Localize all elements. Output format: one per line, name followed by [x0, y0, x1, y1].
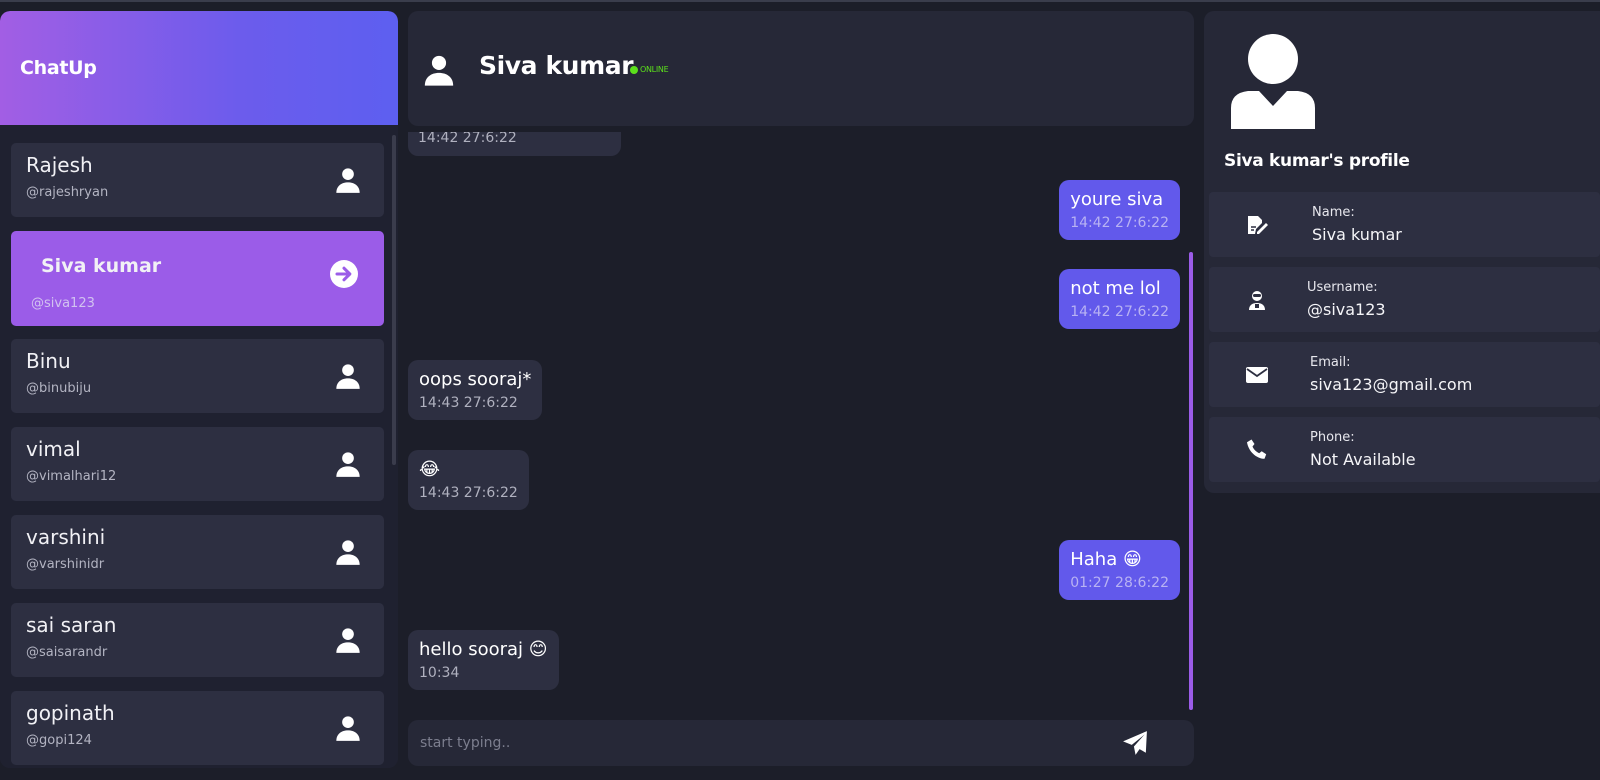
- phone-icon: [1247, 439, 1267, 459]
- field-label: Username:: [1307, 280, 1378, 295]
- chat-contact-name: Siva kumar: [479, 51, 634, 80]
- contact-item[interactable]: varshini @varshinidr: [11, 515, 384, 589]
- user-badge-icon: [1249, 291, 1265, 310]
- contact-list[interactable]: Rajesh @rajeshryan Siva kumar @siva123 B…: [0, 125, 398, 768]
- contact-name: sai saran: [26, 613, 117, 637]
- contact-name: vimal: [26, 437, 81, 461]
- field-value: @siva123: [1307, 300, 1386, 319]
- contact-item[interactable]: sai saran @saisarandr: [11, 603, 384, 677]
- message-bubble-incoming: 14:42 27:6:22: [408, 132, 621, 156]
- profile-field-username: Username: @siva123: [1209, 267, 1600, 332]
- profile-title: Siva kumar's profile: [1224, 151, 1410, 171]
- profile-field-name: Name: Siva kumar: [1209, 192, 1600, 257]
- online-status: ONLINE: [630, 65, 669, 74]
- profile-avatar-icon: [1231, 34, 1315, 129]
- message-time: 14:43 27:6:22: [419, 395, 518, 411]
- message-bubble-outgoing: youre siva 14:42 27:6:22: [1059, 180, 1180, 240]
- field-value: Not Available: [1310, 450, 1416, 469]
- message-text: 😂: [419, 459, 441, 480]
- contact-name: Rajesh: [26, 153, 93, 177]
- contact-handle: @gopi124: [26, 733, 92, 748]
- message-bubble-incoming: hello sooraj 😊 10:34: [408, 630, 559, 690]
- message-text: Haha 😁: [1070, 549, 1142, 570]
- app-logo-text: ChatUp: [20, 57, 97, 79]
- message-text: hello sooraj 😊: [419, 639, 548, 660]
- contact-item[interactable]: Binu @binubiju: [11, 339, 384, 413]
- field-label: Name:: [1312, 205, 1355, 220]
- contacts-sidebar: ChatUp Rajesh @rajeshryan Siva kumar @si…: [0, 11, 398, 768]
- field-value: siva123@gmail.com: [1310, 375, 1473, 394]
- sidebar-scrollbar[interactable]: [392, 135, 396, 465]
- user-icon: [336, 364, 360, 389]
- brand-header: ChatUp: [0, 11, 398, 125]
- user-icon: [336, 628, 360, 653]
- contact-handle: @rajeshryan: [26, 185, 109, 200]
- user-icon: [336, 168, 360, 193]
- message-time: 10:34: [419, 665, 460, 681]
- field-label: Phone:: [1310, 430, 1355, 445]
- chat-scrollbar[interactable]: [1189, 252, 1193, 710]
- contact-name: Siva kumar: [41, 255, 162, 277]
- user-icon: [336, 716, 360, 741]
- message-time: 14:43 27:6:22: [419, 485, 518, 501]
- window-top-border: [0, 0, 1600, 2]
- contact-item-active[interactable]: Siva kumar @siva123: [11, 231, 384, 326]
- message-time: 14:42 27:6:22: [1070, 304, 1169, 320]
- message-bubble-outgoing: not me lol 14:42 27:6:22: [1059, 269, 1180, 329]
- field-value: Siva kumar: [1312, 225, 1402, 244]
- profile-panel: Siva kumar's profile Name: Siva kumar Us…: [1204, 11, 1600, 493]
- contact-item[interactable]: Rajesh @rajeshryan: [11, 143, 384, 217]
- message-time: 14:42 27:6:22: [418, 132, 517, 146]
- send-icon[interactable]: [1122, 730, 1148, 756]
- contact-name: Binu: [26, 349, 71, 373]
- online-status-label: ONLINE: [640, 65, 669, 74]
- message-bubble-outgoing: Haha 😁 01:27 28:6:22: [1059, 540, 1180, 600]
- edit-document-icon: [1248, 216, 1268, 234]
- contact-handle: @varshinidr: [26, 557, 105, 572]
- message-bubble-incoming: 😂 14:43 27:6:22: [408, 450, 529, 510]
- profile-field-email: Email: siva123@gmail.com: [1209, 342, 1600, 407]
- arrow-right-circle-icon[interactable]: [330, 260, 358, 288]
- contact-handle: @saisarandr: [26, 645, 108, 660]
- contact-handle: @binubiju: [26, 381, 92, 396]
- message-time: 01:27 28:6:22: [1070, 575, 1169, 591]
- profile-field-phone: Phone: Not Available: [1209, 417, 1600, 482]
- user-icon: [336, 452, 360, 477]
- message-text: not me lol: [1070, 278, 1161, 299]
- envelope-icon: [1246, 367, 1268, 383]
- message-input[interactable]: [420, 731, 1080, 755]
- message-text: oops sooraj*: [419, 369, 532, 390]
- message-composer: [408, 720, 1194, 766]
- user-icon: [336, 540, 360, 565]
- contact-item[interactable]: gopinath @gopi124: [11, 691, 384, 765]
- contact-name: varshini: [26, 525, 106, 549]
- user-icon: [424, 55, 454, 86]
- message-text: youre siva: [1070, 189, 1164, 210]
- contact-name: gopinath: [26, 701, 115, 725]
- contact-handle: @vimalhari12: [26, 469, 117, 484]
- chat-header: Siva kumar ONLINE: [408, 11, 1194, 126]
- online-dot-icon: [630, 65, 638, 74]
- contact-handle: @siva123: [31, 296, 95, 311]
- message-bubble-incoming: oops sooraj* 14:43 27:6:22: [408, 360, 543, 420]
- contact-item[interactable]: vimal @vimalhari12: [11, 427, 384, 501]
- message-list[interactable]: 14:42 27:6:22 youre siva 14:42 27:6:22 n…: [408, 132, 1194, 710]
- message-time: 14:42 27:6:22: [1070, 215, 1169, 231]
- field-label: Email:: [1310, 355, 1351, 370]
